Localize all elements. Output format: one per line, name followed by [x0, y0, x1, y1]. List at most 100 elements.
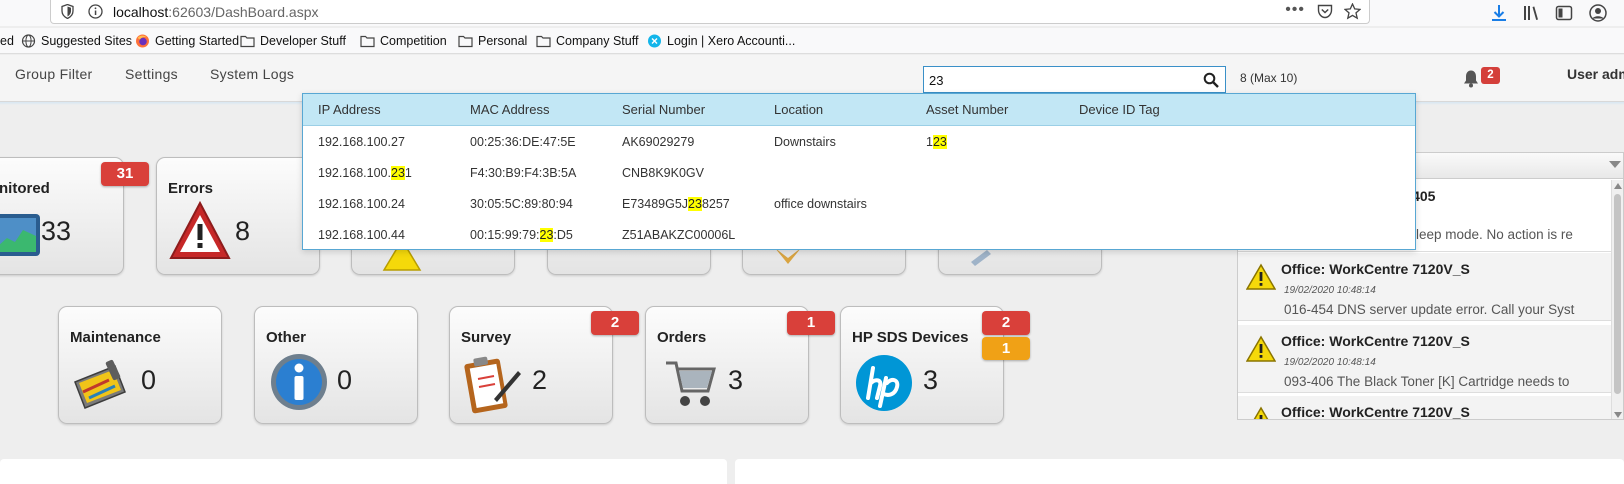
cell-location: Downstairs — [774, 135, 836, 149]
search-result-row[interactable]: 192.168.100.44 00:15:99:79:23:D5 Z51ABAKZC… — [303, 220, 1415, 250]
pocket-icon[interactable] — [1317, 4, 1333, 19]
url-bar[interactable]: localhost:62603/DashBoard.aspx ••• — [50, 0, 1370, 24]
warning-icon — [1253, 406, 1269, 419]
cell-asset-number: 123 — [926, 135, 947, 149]
search-match-highlight: 23 — [391, 166, 405, 180]
nav-settings[interactable]: Settings — [125, 66, 178, 82]
bookmark-company-stuff[interactable]: Company Stuff — [536, 32, 638, 50]
tile-hp-sds-devices[interactable]: HP SDS Devices 3 — [840, 306, 1004, 424]
bookmark-label: Getting Started — [155, 34, 240, 48]
alert-item[interactable]: Office: WorkCentre 7120V_S 19/02/2020 10… — [1238, 325, 1612, 393]
cell-text: CNB8K9K0GV — [622, 166, 704, 180]
cell-text: 192.168.100.27 — [318, 135, 405, 149]
folder-icon — [240, 35, 255, 48]
tile-title: HP SDS Devices — [852, 329, 969, 346]
search-match-highlight: 23 — [688, 197, 702, 211]
hp-logo-icon — [856, 355, 912, 411]
cell-serial-number: AK69029279 — [622, 135, 694, 149]
cell-text: 1 — [926, 135, 933, 149]
cell-text: 1 — [404, 166, 412, 180]
search-results-dropdown: IP Address MAC Address Serial Number Loc… — [302, 93, 1416, 250]
tile-other[interactable]: Other 0 — [254, 306, 418, 424]
bottom-panel-right — [735, 459, 1624, 484]
column-header: Location — [774, 102, 824, 117]
search-result-row[interactable]: 192.168.100.27 00:25:36:DE:47:5E AK6902927… — [303, 127, 1415, 157]
user-menu[interactable]: User adm — [1567, 66, 1624, 82]
bell-icon[interactable] — [1462, 69, 1480, 88]
url-host: localhost — [113, 4, 169, 20]
tile-errors[interactable]: Errors 8 — [156, 157, 320, 275]
cell-text: 8257 — [701, 197, 730, 211]
alert-item[interactable]: Office: WorkCentre 7120V_S — [1238, 396, 1612, 419]
search-match-highlight: 23 — [539, 228, 554, 242]
nav-system-logs[interactable]: System Logs — [210, 66, 294, 82]
alert-date: 19/02/2020 10:48:14 — [1284, 285, 1376, 296]
cell-ip-address: 192.168.100.44 — [318, 228, 405, 242]
bookmark-competition[interactable]: Competition — [360, 32, 447, 50]
cell-text: :D5 — [553, 228, 573, 242]
browser-toolbar: localhost:62603/DashBoard.aspx ••• — [0, 0, 1624, 26]
bookmark-getting-started[interactable]: Getting Started — [135, 32, 239, 50]
cell-text: 00:25:36:DE:47:5E — [470, 135, 576, 149]
results-header: IP Address MAC Address Serial Number Loc… — [303, 94, 1415, 126]
cell-mac-address: 00:25:36:DE:47:5E — [470, 135, 576, 149]
bookmark-personal[interactable]: Personal — [458, 32, 527, 50]
column-header: Serial Number — [622, 102, 706, 117]
bookmark-developer-stuff[interactable]: Developer Stuff — [240, 32, 346, 50]
survey-count-badge: 2 — [591, 311, 639, 335]
column-header: Device ID Tag — [1079, 102, 1160, 117]
globe-icon — [21, 34, 36, 48]
clipboard-icon — [464, 356, 521, 414]
scroll-thumb[interactable] — [1614, 194, 1621, 394]
cell-serial-number: CNB8K9K0GV — [622, 166, 704, 180]
search-result-row[interactable]: 192.168.100.231 F4:30:B9:F4:3B:5A CNB8K9K0… — [303, 158, 1415, 188]
scroll-up-icon[interactable] — [1614, 183, 1622, 189]
alert-item[interactable]: Office: WorkCentre 7120V_S 19/02/2020 10… — [1238, 253, 1612, 321]
bookmark-star-icon[interactable] — [1344, 3, 1361, 20]
url-text[interactable]: localhost:62603/DashBoard.aspx — [113, 4, 318, 20]
search-result-row[interactable]: 192.168.100.24 30:05:5C:89:80:94 E73489G5J… — [303, 189, 1415, 219]
bookmark-label: Developer Stuff — [260, 34, 346, 48]
tile-orders[interactable]: Orders 3 — [645, 306, 809, 424]
bookmark-item[interactable]: ed — [0, 32, 14, 50]
bookmark-label: Personal — [478, 34, 528, 48]
search-icon[interactable] — [1203, 72, 1219, 88]
tile-maintenance[interactable]: Maintenance 0 — [58, 306, 222, 424]
scroll-down-icon[interactable] — [1614, 412, 1622, 418]
shopping-cart-icon — [666, 361, 716, 406]
folder-icon — [360, 35, 375, 48]
cell-ip-address: 192.168.100.231 — [318, 166, 412, 180]
nav-group-filter[interactable]: Group Filter — [15, 66, 93, 82]
hp-sds-warning-badge: 1 — [982, 337, 1030, 360]
cell-text: Downstairs — [774, 135, 836, 149]
bookmark-xero-login[interactable]: Login | Xero Accounti... — [647, 32, 795, 50]
cell-text: AK69029279 — [622, 135, 695, 149]
library-icon[interactable] — [1522, 3, 1542, 23]
sidebar-icon[interactable] — [1554, 3, 1574, 23]
tile-title: Maintenance — [70, 329, 161, 346]
account-icon[interactable] — [1588, 3, 1608, 23]
cell-text: F4:30:B9:F4:3B:5A — [470, 166, 577, 180]
cell-ip-address: 192.168.100.24 — [318, 197, 405, 211]
monitor-chart-icon — [0, 214, 40, 256]
search-match-highlight: 23 — [932, 135, 947, 149]
tile-survey[interactable]: Survey 2 — [449, 306, 613, 424]
column-header: Asset Number — [926, 102, 1009, 117]
tile-title: Orders — [657, 329, 707, 346]
bookmark-suggested-sites[interactable]: Suggested Sites — [21, 32, 132, 50]
tile-value: 8 — [235, 216, 251, 246]
result-count: 8 (Max 10) — [1240, 71, 1298, 85]
cell-mac-address: 30:05:5C:89:80:94 — [470, 197, 573, 211]
download-icon[interactable] — [1489, 3, 1509, 23]
chevron-down-icon[interactable] — [1609, 161, 1621, 168]
search-input[interactable] — [929, 71, 1189, 89]
info-icon[interactable] — [88, 4, 103, 19]
page-actions-icon[interactable]: ••• — [1285, 1, 1305, 19]
alerts-scrollbar[interactable] — [1611, 180, 1623, 419]
alert-message: 093-406 The Black Toner [K] Cartridge ne… — [1284, 374, 1570, 389]
bottom-panel-left — [0, 459, 727, 484]
orders-count-badge: 1 — [787, 311, 835, 335]
shield-icon[interactable] — [61, 4, 74, 19]
cell-text: E73489G5J — [622, 197, 689, 211]
warning-icon — [1246, 263, 1276, 290]
